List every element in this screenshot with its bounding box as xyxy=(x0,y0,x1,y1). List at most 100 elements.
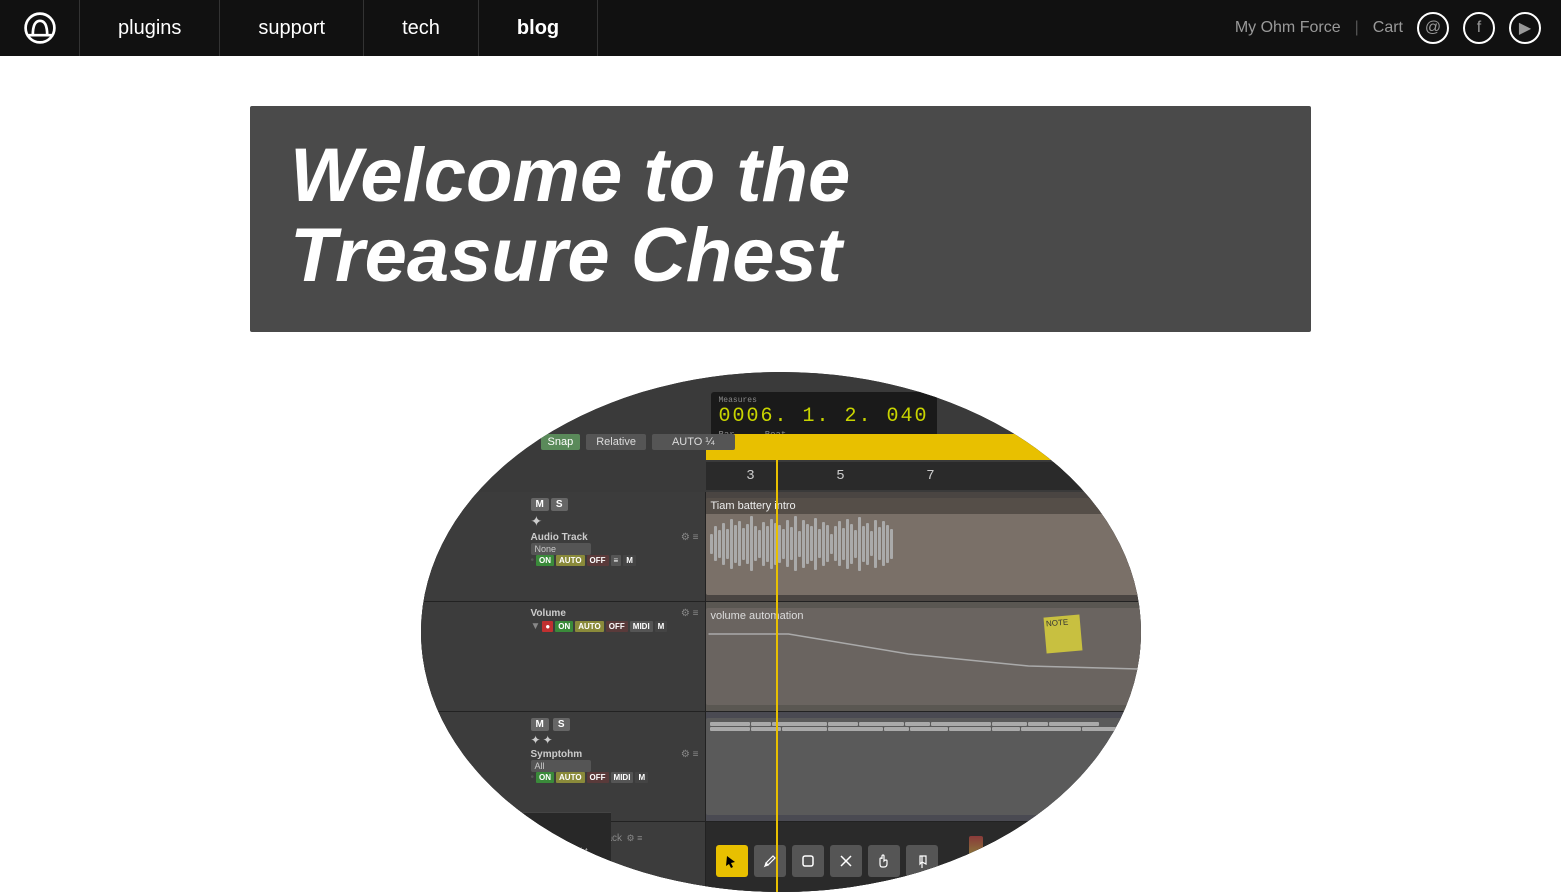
midi-note xyxy=(828,727,883,731)
bass-icons: ⚙ ≡ xyxy=(627,833,643,843)
waveform-bar xyxy=(714,526,717,561)
chat-time: 17:04 xyxy=(582,858,605,868)
vu-meters: 0 -3 xyxy=(964,831,1131,891)
volume-track-name: Volume xyxy=(531,608,566,619)
synth-status-dot: • xyxy=(531,772,535,783)
solo-button-synth[interactable]: S xyxy=(553,718,570,731)
chat-footer: jamie75lp 17:04 xyxy=(427,858,605,868)
snap-relative-dropdown[interactable]: Relative xyxy=(586,434,646,450)
nav-right: My Ohm Force | Cart @ f ▶ xyxy=(1235,12,1561,44)
synth-extra-icon[interactable]: ✦ xyxy=(543,733,553,747)
waveform-bar xyxy=(878,527,881,560)
midi-block xyxy=(706,718,1141,815)
synth-settings-icon[interactable]: ✦ xyxy=(531,733,541,747)
status-auto-synth[interactable]: AUTO xyxy=(556,772,585,783)
mute-button-synth[interactable]: M xyxy=(531,718,549,731)
cart-link[interactable]: Cart xyxy=(1373,19,1403,37)
waveform-bar xyxy=(834,526,837,561)
track-name-synth: Symptohm xyxy=(531,749,583,760)
snap-button[interactable]: Snap xyxy=(541,434,581,450)
waveform-bar xyxy=(866,523,869,565)
waveform-bar xyxy=(778,525,781,563)
nav-item-plugins[interactable]: plugins xyxy=(80,0,220,56)
waveform-bar xyxy=(822,522,825,566)
scissors-tool-button[interactable] xyxy=(830,845,862,877)
vol-status-off[interactable]: OFF xyxy=(606,621,628,632)
midi-note xyxy=(828,722,858,726)
synth-icons-right: ⚙ ≡ xyxy=(681,749,699,760)
mute-button-audio[interactable]: M xyxy=(531,498,549,511)
waveform-bar xyxy=(850,524,853,564)
waveform-bar xyxy=(722,523,725,565)
waveform-bar xyxy=(802,520,805,568)
midi-note xyxy=(1082,727,1117,731)
track-status-synth: • ON AUTO OFF MIDI M xyxy=(531,772,699,783)
waveform-bar xyxy=(790,527,793,560)
track-settings-icon[interactable]: ✦ xyxy=(531,513,543,530)
vol-status-auto[interactable]: AUTO xyxy=(575,621,604,632)
note-tool-button[interactable] xyxy=(906,845,938,877)
midi-note xyxy=(1049,722,1099,726)
vol-status-m: M xyxy=(655,621,668,632)
midi-note xyxy=(710,722,750,726)
status-midi-synth: MIDI xyxy=(611,772,634,783)
track-name-audio: Audio Track xyxy=(531,532,588,543)
volume-record-btn[interactable]: ● xyxy=(542,621,553,632)
nav-item-support[interactable]: support xyxy=(220,0,364,56)
vu-bar-fill-peak xyxy=(986,856,1000,886)
cursor-tool-button[interactable] xyxy=(716,845,748,877)
hero-line2: Treasure Chest xyxy=(290,213,842,298)
status-off-synth[interactable]: OFF xyxy=(587,772,609,783)
status-m-synth: M xyxy=(635,772,648,783)
waveform-bar xyxy=(754,526,757,561)
volume-track-icons: ⚙ ≡ xyxy=(681,608,699,619)
vu-bar-right xyxy=(986,856,1000,886)
midi-note xyxy=(782,727,827,731)
facebook-icon[interactable]: f xyxy=(1463,12,1495,44)
logo[interactable] xyxy=(0,0,80,56)
snap-auto-dropdown[interactable]: AUTO ¼ xyxy=(652,434,735,450)
volume-down-icon[interactable]: ▼ xyxy=(531,621,541,632)
synth-dropdown-row: All xyxy=(531,760,699,772)
hand-tool-button[interactable] xyxy=(868,845,900,877)
track-area-audio: Tiam battery intro xyxy=(706,492,1141,601)
waveform-bar xyxy=(842,528,845,560)
youtube-icon[interactable]: ▶ xyxy=(1509,12,1541,44)
track-row-audio: M S ✦ Audio Track ⚙ ≡ None xyxy=(421,492,1141,602)
track-dropdown-audio[interactable]: None xyxy=(531,543,591,555)
daw-circle-container: Measures 0006. 1. 2. 040 Bar Beat Snap R… xyxy=(0,372,1561,892)
waveform-bar xyxy=(806,524,809,564)
waveform-bar xyxy=(886,525,889,563)
timeline-num-3: 3 xyxy=(706,468,796,484)
status-off-audio[interactable]: OFF xyxy=(587,555,609,566)
status-on-audio[interactable]: ON xyxy=(536,555,554,566)
nav-links: plugins support tech blog xyxy=(80,0,598,56)
vol-status-on[interactable]: ON xyxy=(555,621,573,632)
track-status-audio: • ON AUTO OFF ≡ M xyxy=(531,555,699,566)
status-auto-audio[interactable]: AUTO xyxy=(556,555,585,566)
track-controls-audio: M S ✦ Audio Track ⚙ ≡ None xyxy=(421,492,706,601)
track-controls-synth: M S ✦ ✦ Symptohm ⚙ ≡ All xyxy=(421,712,706,821)
measures-label: Measures xyxy=(719,396,929,405)
solo-button-audio[interactable]: S xyxy=(551,498,568,511)
waveform-bar xyxy=(726,529,729,559)
pencil-tool-button[interactable] xyxy=(754,845,786,877)
my-ohm-force-link[interactable]: My Ohm Force xyxy=(1235,19,1341,37)
paint-tool-button[interactable] xyxy=(792,845,824,877)
daw-snap-bar: Snap Relative AUTO ¼ xyxy=(541,434,735,450)
waveform-bar xyxy=(838,521,841,566)
synth-track-header: M S xyxy=(531,718,699,731)
nav-item-tech[interactable]: tech xyxy=(364,0,479,56)
waveform-bar xyxy=(882,521,885,566)
email-icon[interactable]: @ xyxy=(1417,12,1449,44)
waveform-bar xyxy=(854,530,857,558)
synth-name-row: Symptohm ⚙ ≡ xyxy=(531,749,699,760)
waveform-bar xyxy=(826,525,829,562)
midi-note xyxy=(772,722,827,726)
nav-item-blog[interactable]: blog xyxy=(479,0,598,56)
midi-note xyxy=(1028,722,1048,726)
waveform-bar xyxy=(798,531,801,557)
track-dropdown-synth[interactable]: All xyxy=(531,760,591,772)
status-on-synth[interactable]: ON xyxy=(536,772,554,783)
waveform-bar xyxy=(766,526,769,562)
